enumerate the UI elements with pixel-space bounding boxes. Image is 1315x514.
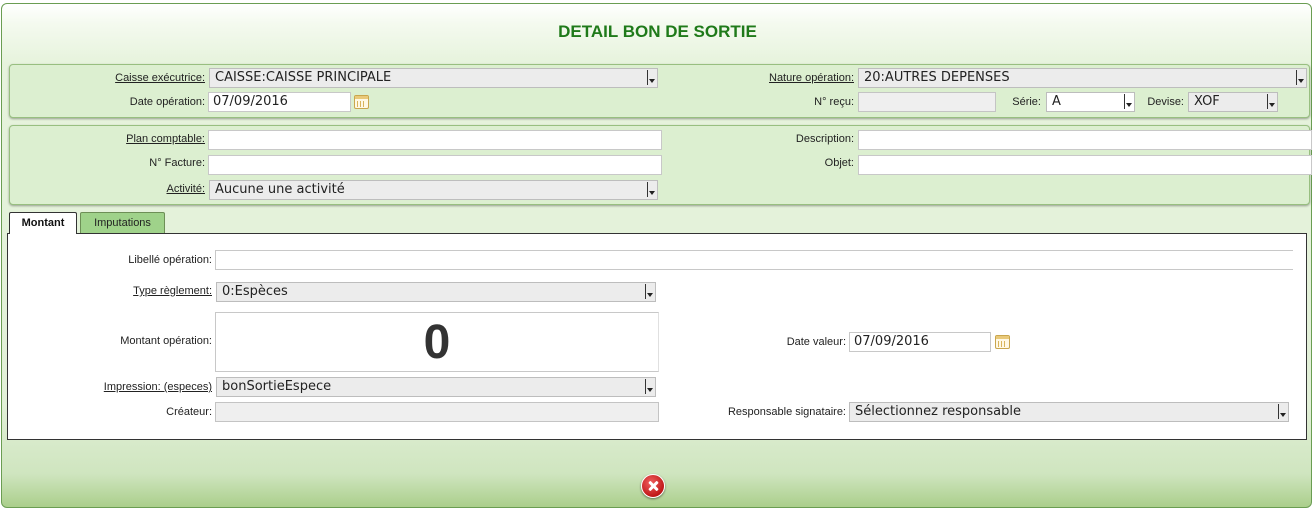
type-reglement-select[interactable]: 0:Espèces bbox=[216, 282, 656, 302]
description-input[interactable] bbox=[858, 130, 1312, 150]
serie-value: A bbox=[1052, 94, 1061, 109]
chevron-down-icon bbox=[1267, 94, 1275, 109]
page-title: DETAIL BON DE SORTIE bbox=[558, 22, 757, 41]
description-label: Description: bbox=[795, 133, 854, 145]
devise-select[interactable]: XOF bbox=[1188, 92, 1278, 112]
date-valeur-label: Date valeur: bbox=[786, 336, 846, 348]
devise-value: XOF bbox=[1194, 94, 1220, 109]
nature-label: Nature opération: bbox=[769, 72, 854, 84]
activite-value: Aucune une activité bbox=[215, 182, 345, 197]
caisse-value: CAISSE:CAISSE PRINCIPALE bbox=[215, 70, 392, 85]
impression-value: bonSortieEspece bbox=[222, 379, 332, 394]
impression-select[interactable]: bonSortieEspece bbox=[216, 377, 656, 397]
tab-montant[interactable]: Montant bbox=[9, 212, 77, 234]
activite-label: Activité: bbox=[166, 183, 205, 195]
serie-label: Série: bbox=[1012, 96, 1041, 108]
chevron-down-icon bbox=[1124, 94, 1132, 109]
calendar-icon[interactable] bbox=[995, 335, 1010, 349]
facture-label: N° Facture: bbox=[149, 157, 205, 169]
type-reglement-value: 0:Espèces bbox=[222, 284, 288, 299]
type-reglement-label: Type règlement: bbox=[133, 285, 212, 297]
chevron-down-icon bbox=[647, 182, 655, 197]
chevron-down-icon bbox=[1296, 70, 1304, 85]
caisse-select[interactable]: CAISSE:CAISSE PRINCIPALE bbox=[209, 68, 658, 88]
devise-label: Devise: bbox=[1147, 96, 1184, 108]
responsable-select[interactable]: Sélectionnez responsable bbox=[849, 402, 1289, 422]
chevron-down-icon bbox=[1278, 404, 1286, 419]
libelle-input[interactable] bbox=[215, 250, 1293, 270]
facture-input[interactable] bbox=[208, 155, 662, 175]
chevron-down-icon bbox=[645, 284, 653, 299]
montant-operation-display[interactable]: 0 bbox=[215, 312, 659, 372]
responsable-value: Sélectionnez responsable bbox=[855, 404, 1021, 419]
chevron-down-icon bbox=[645, 379, 653, 394]
recu-input[interactable] bbox=[858, 92, 996, 112]
objet-label: Objet: bbox=[824, 157, 854, 169]
responsable-label: Responsable signataire: bbox=[727, 406, 846, 418]
date-valeur-input[interactable]: 07/09/2016 bbox=[849, 332, 991, 352]
objet-input[interactable] bbox=[858, 155, 1312, 175]
date-operation-input[interactable]: 07/09/2016 bbox=[208, 92, 351, 112]
close-icon[interactable] bbox=[641, 474, 665, 498]
recu-label: N° reçu: bbox=[814, 96, 854, 108]
plan-comptable-label: Plan comptable: bbox=[126, 133, 205, 145]
nature-select[interactable]: 20:AUTRES DEPENSES bbox=[858, 68, 1307, 88]
caisse-label: Caisse exécutrice: bbox=[115, 72, 205, 84]
createur-label: Créateur: bbox=[166, 406, 212, 418]
calendar-icon[interactable] bbox=[354, 95, 369, 109]
impression-label: Impression: (especes) bbox=[103, 381, 212, 393]
plan-comptable-input[interactable] bbox=[208, 130, 662, 150]
montant-operation-label: Montant opération: bbox=[120, 335, 212, 347]
libelle-label: Libellé opération: bbox=[128, 254, 212, 266]
tab-imputations[interactable]: Imputations bbox=[80, 212, 165, 233]
activite-select[interactable]: Aucune une activité bbox=[209, 180, 658, 200]
createur-input[interactable] bbox=[215, 402, 659, 422]
nature-value: 20:AUTRES DEPENSES bbox=[864, 70, 1010, 85]
chevron-down-icon bbox=[647, 70, 655, 85]
serie-select[interactable]: A bbox=[1046, 92, 1135, 112]
date-operation-label: Date opération: bbox=[129, 96, 205, 108]
